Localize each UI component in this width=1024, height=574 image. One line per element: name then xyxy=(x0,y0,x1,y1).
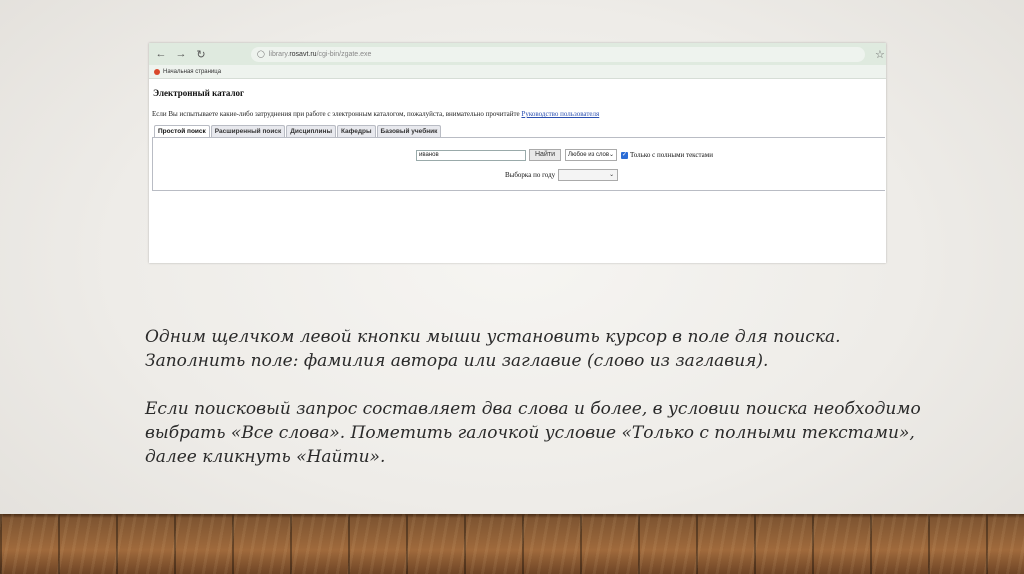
year-row: Выборка по году ⌄ xyxy=(505,169,619,181)
page-title: Электронный каталог xyxy=(153,88,245,98)
search-tabs: Простой поиск Расширенный поиск Дисципли… xyxy=(154,125,886,137)
instruction-paragraph-2: Если поисковый запрос составляет два сло… xyxy=(145,399,921,467)
bookmark-home[interactable]: Начальная страница xyxy=(163,69,221,75)
tab-base-textbook[interactable]: Базовый учебник xyxy=(376,125,442,137)
browser-toolbar: ← → ↻ ◯ library. rosavt.ru/cgi-bin/zgate.… xyxy=(149,43,886,65)
tab-advanced-search[interactable]: Расширенный поиск xyxy=(210,125,286,137)
find-button[interactable]: Найти xyxy=(529,149,561,161)
wooden-floor xyxy=(0,514,1024,574)
fulltext-label: Только с полными текстами xyxy=(630,151,713,159)
search-row: иванов Найти Любое из слов ⌄ ✓ Только с … xyxy=(416,149,713,161)
arrow-right-icon[interactable]: → xyxy=(173,48,189,60)
lock-icon: ◯ xyxy=(257,51,265,58)
chevron-down-icon: ⌄ xyxy=(608,152,614,158)
search-mode-select[interactable]: Любое из слов ⌄ xyxy=(565,149,617,161)
screenshot-panel: ← → ↻ ◯ library. rosavt.ru/cgi-bin/zgate.… xyxy=(149,43,886,263)
bookmarks-bar: Начальная страница xyxy=(149,65,886,79)
tab-simple-search[interactable]: Простой поиск xyxy=(154,125,210,137)
search-input[interactable]: иванов xyxy=(416,149,526,161)
reload-icon[interactable]: ↻ xyxy=(193,48,209,61)
address-bar[interactable]: ◯ library. rosavt.ru/cgi-bin/zgate.exe xyxy=(251,46,865,62)
arrow-left-icon[interactable]: ← xyxy=(153,48,169,60)
url-prefix: library. xyxy=(268,50,290,58)
url-host: rosavt.ru xyxy=(289,50,317,58)
page-info: Если Вы испытываете какие-либо затруднен… xyxy=(152,110,886,118)
instruction-paragraph-1: Одним щелчком левой кнопки мыши установи… xyxy=(145,327,841,371)
user-guide-link[interactable]: Руководство пользователя xyxy=(521,110,599,118)
search-panel: иванов Найти Любое из слов ⌄ ✓ Только с … xyxy=(152,137,885,191)
url-path: /cgi-bin/zgate.exe xyxy=(316,50,372,58)
bookmark-icon xyxy=(154,68,160,75)
info-text: Если Вы испытываете какие-либо затруднен… xyxy=(152,110,522,118)
year-label: Выборка по году xyxy=(505,171,556,179)
tab-departments[interactable]: Кафедры xyxy=(337,125,376,137)
search-mode-value: Любое из слов xyxy=(568,152,610,158)
chevron-down-icon: ⌄ xyxy=(609,172,615,178)
fulltext-checkbox[interactable]: ✓ xyxy=(621,151,628,159)
instruction-text: Одним щелчком левой кнопки мыши установи… xyxy=(145,325,925,493)
tab-disciplines[interactable]: Дисциплины xyxy=(286,125,336,137)
year-select[interactable]: ⌄ xyxy=(558,169,619,181)
star-icon[interactable]: ☆ xyxy=(875,48,885,61)
